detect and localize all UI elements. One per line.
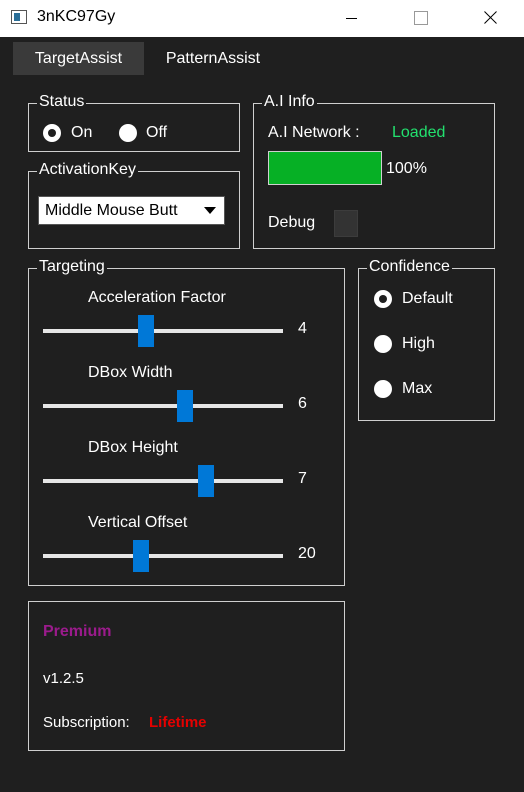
tab-pattern-assist[interactable]: PatternAssist — [146, 42, 280, 75]
targeting-group-label: Targeting — [37, 257, 107, 277]
ai-info-group-label: A.I Info — [262, 92, 317, 112]
acceleration-factor-value: 4 — [298, 320, 307, 337]
status-off-label[interactable]: Off — [146, 124, 167, 142]
slider-thumb[interactable] — [138, 315, 155, 347]
ai-network-label: A.I Network : — [268, 124, 360, 141]
confidence-high-radio[interactable] — [374, 335, 392, 353]
status-on-radio[interactable] — [43, 124, 61, 142]
confidence-high-label[interactable]: High — [402, 335, 435, 353]
dbox-width-label: DBox Width — [88, 364, 173, 381]
slider-track — [43, 554, 283, 558]
tab-target-assist[interactable]: TargetAssist — [13, 42, 144, 75]
version-label: v1.2.5 — [43, 670, 84, 687]
ai-load-progress-fill — [269, 152, 381, 184]
ai-load-progress — [268, 151, 382, 185]
slider-thumb[interactable] — [198, 465, 215, 497]
debug-label: Debug — [268, 214, 316, 231]
confidence-group-label: Confidence — [367, 257, 452, 277]
minimize-icon[interactable] — [330, 0, 376, 37]
app-icon — [11, 10, 27, 24]
title-bar: 3nKC97Gy — [0, 0, 524, 37]
activation-key-dropdown[interactable]: Middle Mouse Butt — [38, 196, 225, 225]
confidence-max-label[interactable]: Max — [402, 380, 432, 398]
debug-toggle[interactable] — [334, 210, 358, 237]
dbox-height-slider[interactable] — [43, 465, 283, 497]
slider-track — [43, 329, 283, 333]
dbox-height-value: 7 — [298, 470, 307, 487]
status-group-label: Status — [37, 92, 87, 112]
confidence-default-label[interactable]: Default — [402, 290, 453, 308]
status-off-radio[interactable] — [119, 124, 137, 142]
dbox-width-value: 6 — [298, 395, 307, 412]
activation-key-value: Middle Mouse Butt — [45, 202, 178, 219]
vertical-offset-slider[interactable] — [43, 540, 283, 572]
slider-thumb[interactable] — [176, 390, 193, 422]
slider-track — [43, 479, 283, 483]
acceleration-factor-slider[interactable] — [43, 315, 283, 347]
status-on-label[interactable]: On — [71, 124, 92, 142]
premium-label: Premium — [43, 623, 112, 640]
subscription-label: Subscription: — [43, 714, 130, 731]
subscription-value: Lifetime — [149, 714, 207, 731]
slider-track — [43, 404, 283, 408]
acceleration-factor-label: Acceleration Factor — [88, 289, 226, 306]
confidence-max-radio[interactable] — [374, 380, 392, 398]
ai-load-percent: 100% — [386, 160, 427, 177]
slider-thumb[interactable] — [133, 540, 150, 572]
activation-key-group-label: ActivationKey — [37, 160, 138, 180]
chevron-down-icon — [204, 207, 216, 214]
window-title: 3nKC97Gy — [37, 8, 116, 25]
maximize-icon[interactable] — [396, 0, 442, 37]
dbox-width-slider[interactable] — [43, 390, 283, 422]
vertical-offset-value: 20 — [298, 545, 316, 562]
close-icon[interactable] — [468, 0, 514, 37]
confidence-default-radio[interactable] — [374, 290, 392, 308]
vertical-offset-label: Vertical Offset — [88, 514, 188, 531]
dbox-height-label: DBox Height — [88, 439, 178, 456]
ai-network-status: Loaded — [392, 124, 446, 141]
